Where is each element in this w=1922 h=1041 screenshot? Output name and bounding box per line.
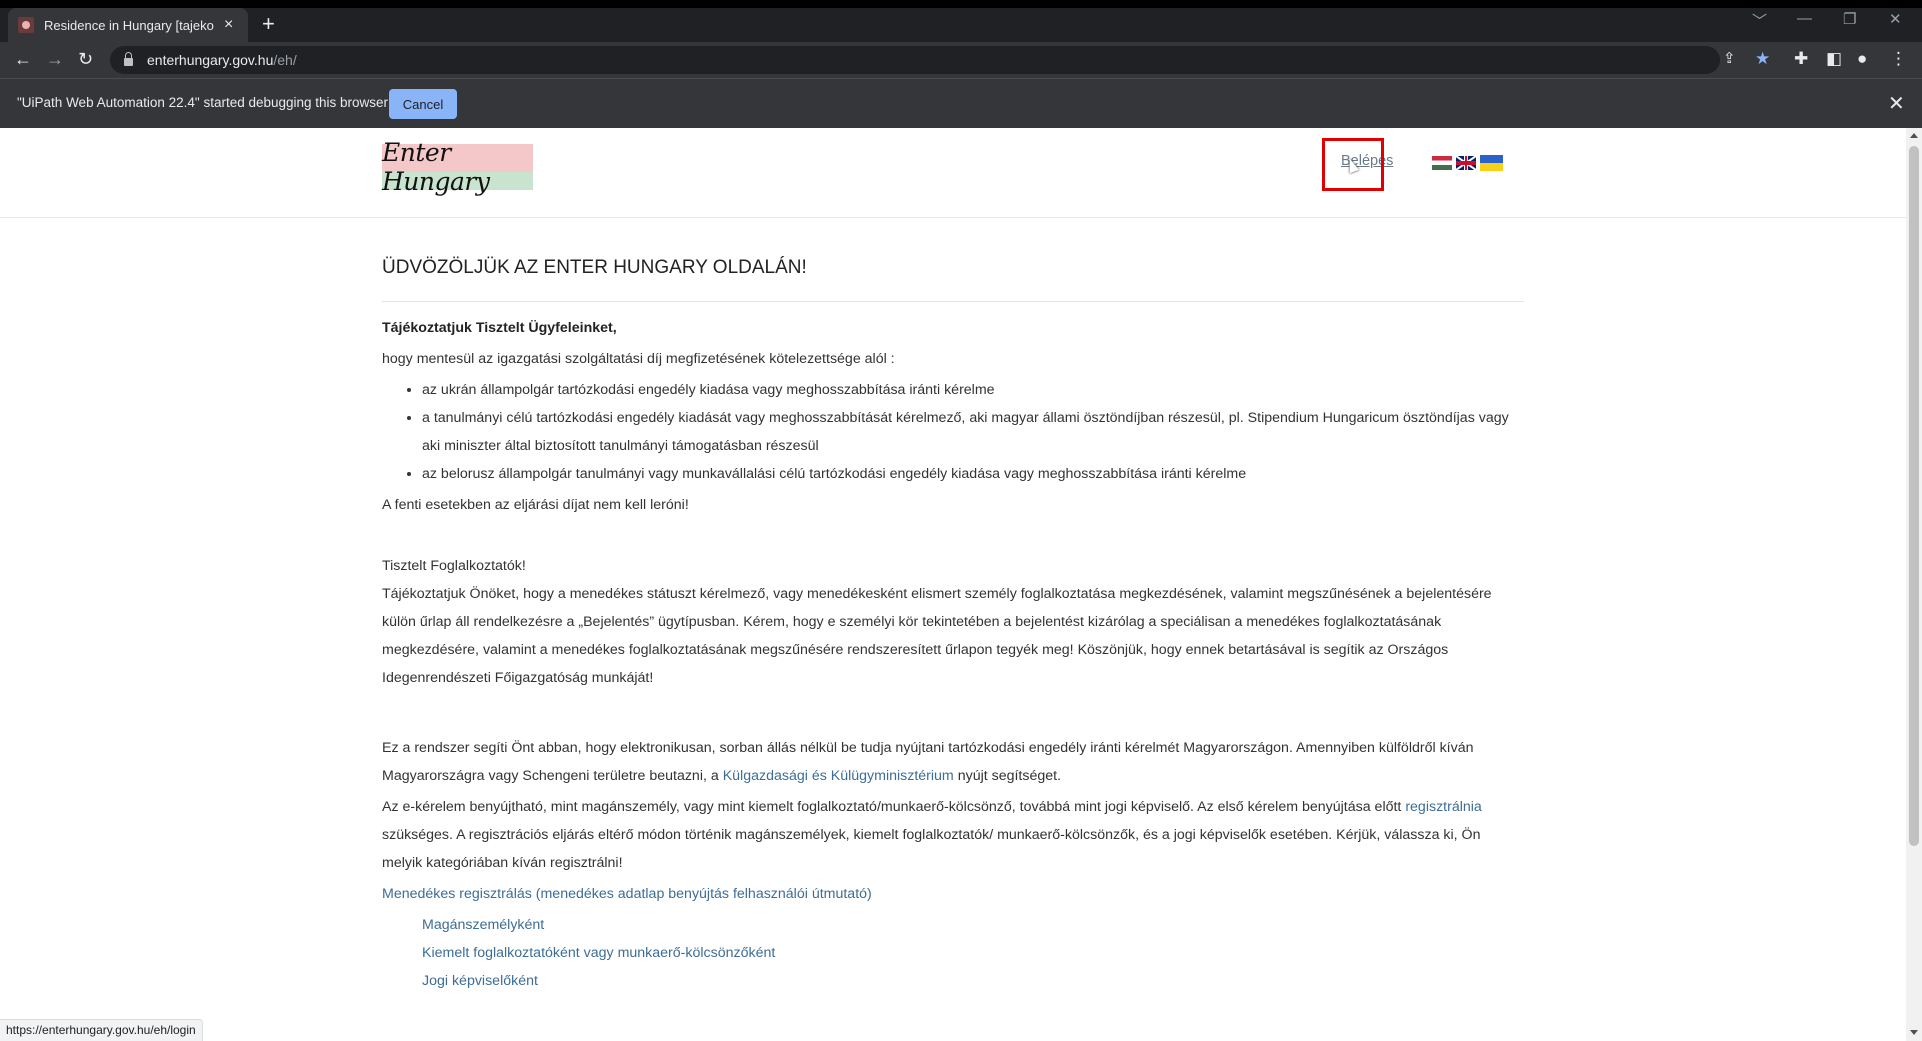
register-link[interactable]: regisztrálnia: [1405, 799, 1482, 815]
tab-title: Residence in Hungary [tajekoztat: [44, 17, 214, 33]
exemption-list: az ukrán állampolgár tartózkodási engedé…: [382, 376, 1524, 488]
logo-text: Enter Hungary: [382, 138, 490, 196]
minimize-button[interactable]: —: [1797, 10, 1812, 27]
browser-tab[interactable]: Residence in Hungary [tajekoztat ×: [8, 8, 248, 42]
greeting: Tájékoztatjuk Tisztelt Ügyfeleinket,: [382, 320, 617, 336]
tab-search-icon[interactable]: ﹀: [1752, 10, 1767, 31]
side-panel-icon[interactable]: ◧: [1826, 49, 1842, 69]
profile-icon[interactable]: ●: [1857, 49, 1867, 69]
tab-bar: Residence in Hungary [tajekoztat × + ﹀ —…: [0, 8, 1922, 42]
ukraine-flag-icon[interactable]: [1480, 155, 1503, 171]
infobar-message: "UiPath Web Automation 22.4" started deb…: [17, 95, 389, 110]
list-item: az belorusz állampolgár tanulmányi vagy …: [422, 460, 1524, 488]
site-favicon-icon: [18, 17, 34, 33]
intro-text: hogy mentesül az igazgatási szolgáltatás…: [382, 351, 895, 367]
page-scrollbar[interactable]: [1906, 128, 1922, 1041]
web-page: Enter Hungary Belépés ÜDVÖZÖLJÜK AZ ENTE…: [0, 128, 1906, 1041]
site-header: Enter Hungary Belépés: [0, 128, 1906, 218]
url-path: /eh/: [273, 52, 297, 68]
cancel-debugging-button[interactable]: Cancel: [389, 89, 457, 119]
scrollbar-thumb[interactable]: [1909, 146, 1919, 846]
bookmark-star-icon[interactable]: ★: [1755, 49, 1770, 69]
employers-text: Tájékoztatjuk Önöket, hogy a menedékes s…: [382, 586, 1492, 686]
extensions-icon[interactable]: ✚: [1794, 49, 1808, 69]
back-button[interactable]: ←: [14, 49, 32, 70]
address-bar[interactable]: enterhungary.gov.hu /eh/: [110, 46, 1720, 74]
fee-note: A fenti esetekben az eljárási díjat nem …: [382, 497, 689, 513]
status-url-bar: https://enterhungary.gov.hu/eh/login: [0, 1019, 203, 1041]
hungarian-flag-icon[interactable]: [1432, 156, 1452, 170]
ministry-link[interactable]: Külgazdasági és Külügyminisztérium: [723, 768, 954, 784]
scroll-down-icon[interactable]: [1910, 1030, 1918, 1035]
registration-categories: Magánszemélyként Kiemelt foglalkoztatóké…: [382, 911, 1524, 995]
menu-icon[interactable]: ⋮: [1890, 49, 1907, 69]
system-text: Ez a rendszer segíti Önt abban, hogy ele…: [382, 740, 1474, 784]
forward-button[interactable]: →: [46, 49, 64, 70]
uk-flag-icon[interactable]: [1456, 156, 1476, 170]
scroll-up-icon[interactable]: [1910, 133, 1918, 138]
browser-toolbar: ← → ↻ enterhungary.gov.hu /eh/ ⇪ ★ ✚ ◧ ●…: [0, 42, 1922, 78]
maximize-button[interactable]: ❐: [1843, 10, 1856, 28]
debugging-infobar: "UiPath Web Automation 22.4" started deb…: [0, 78, 1922, 128]
refugee-registration-link[interactable]: Menedékes regisztrálás (menedékes adatla…: [382, 880, 1524, 908]
ekerelem-text: Az e-kérelem benyújtható, mint magánszem…: [382, 799, 1482, 871]
employers-title: Tisztelt Foglalkoztatók!: [382, 558, 526, 574]
employer-link[interactable]: Kiemelt foglalkoztatóként vagy munkaerő-…: [422, 939, 1524, 967]
main-content: ÜDVÖZÖLJÜK AZ ENTER HUNGARY OLDALÁN! Táj…: [382, 218, 1524, 995]
list-item: a tanulmányi célú tartózkodási engedély …: [422, 404, 1524, 460]
list-item: az ukrán állampolgár tartózkodási engedé…: [422, 376, 1524, 404]
site-logo[interactable]: Enter Hungary: [382, 138, 533, 196]
lock-icon[interactable]: [124, 52, 133, 66]
infobar-close-icon[interactable]: ✕: [1888, 91, 1905, 116]
legal-representative-link[interactable]: Jogi képviselőként: [422, 967, 1524, 995]
share-icon[interactable]: ⇪: [1723, 49, 1736, 67]
new-tab-button[interactable]: +: [262, 11, 275, 37]
page-title: ÜDVÖZÖLJÜK AZ ENTER HUNGARY OLDALÁN!: [382, 256, 1524, 302]
reload-button[interactable]: ↻: [78, 49, 93, 70]
window-top-strip: [0, 0, 1922, 8]
tab-close-icon[interactable]: ×: [224, 16, 233, 34]
window-close-button[interactable]: ✕: [1889, 10, 1902, 28]
private-person-link[interactable]: Magánszemélyként: [422, 911, 1524, 939]
url-host: enterhungary.gov.hu: [147, 52, 274, 68]
